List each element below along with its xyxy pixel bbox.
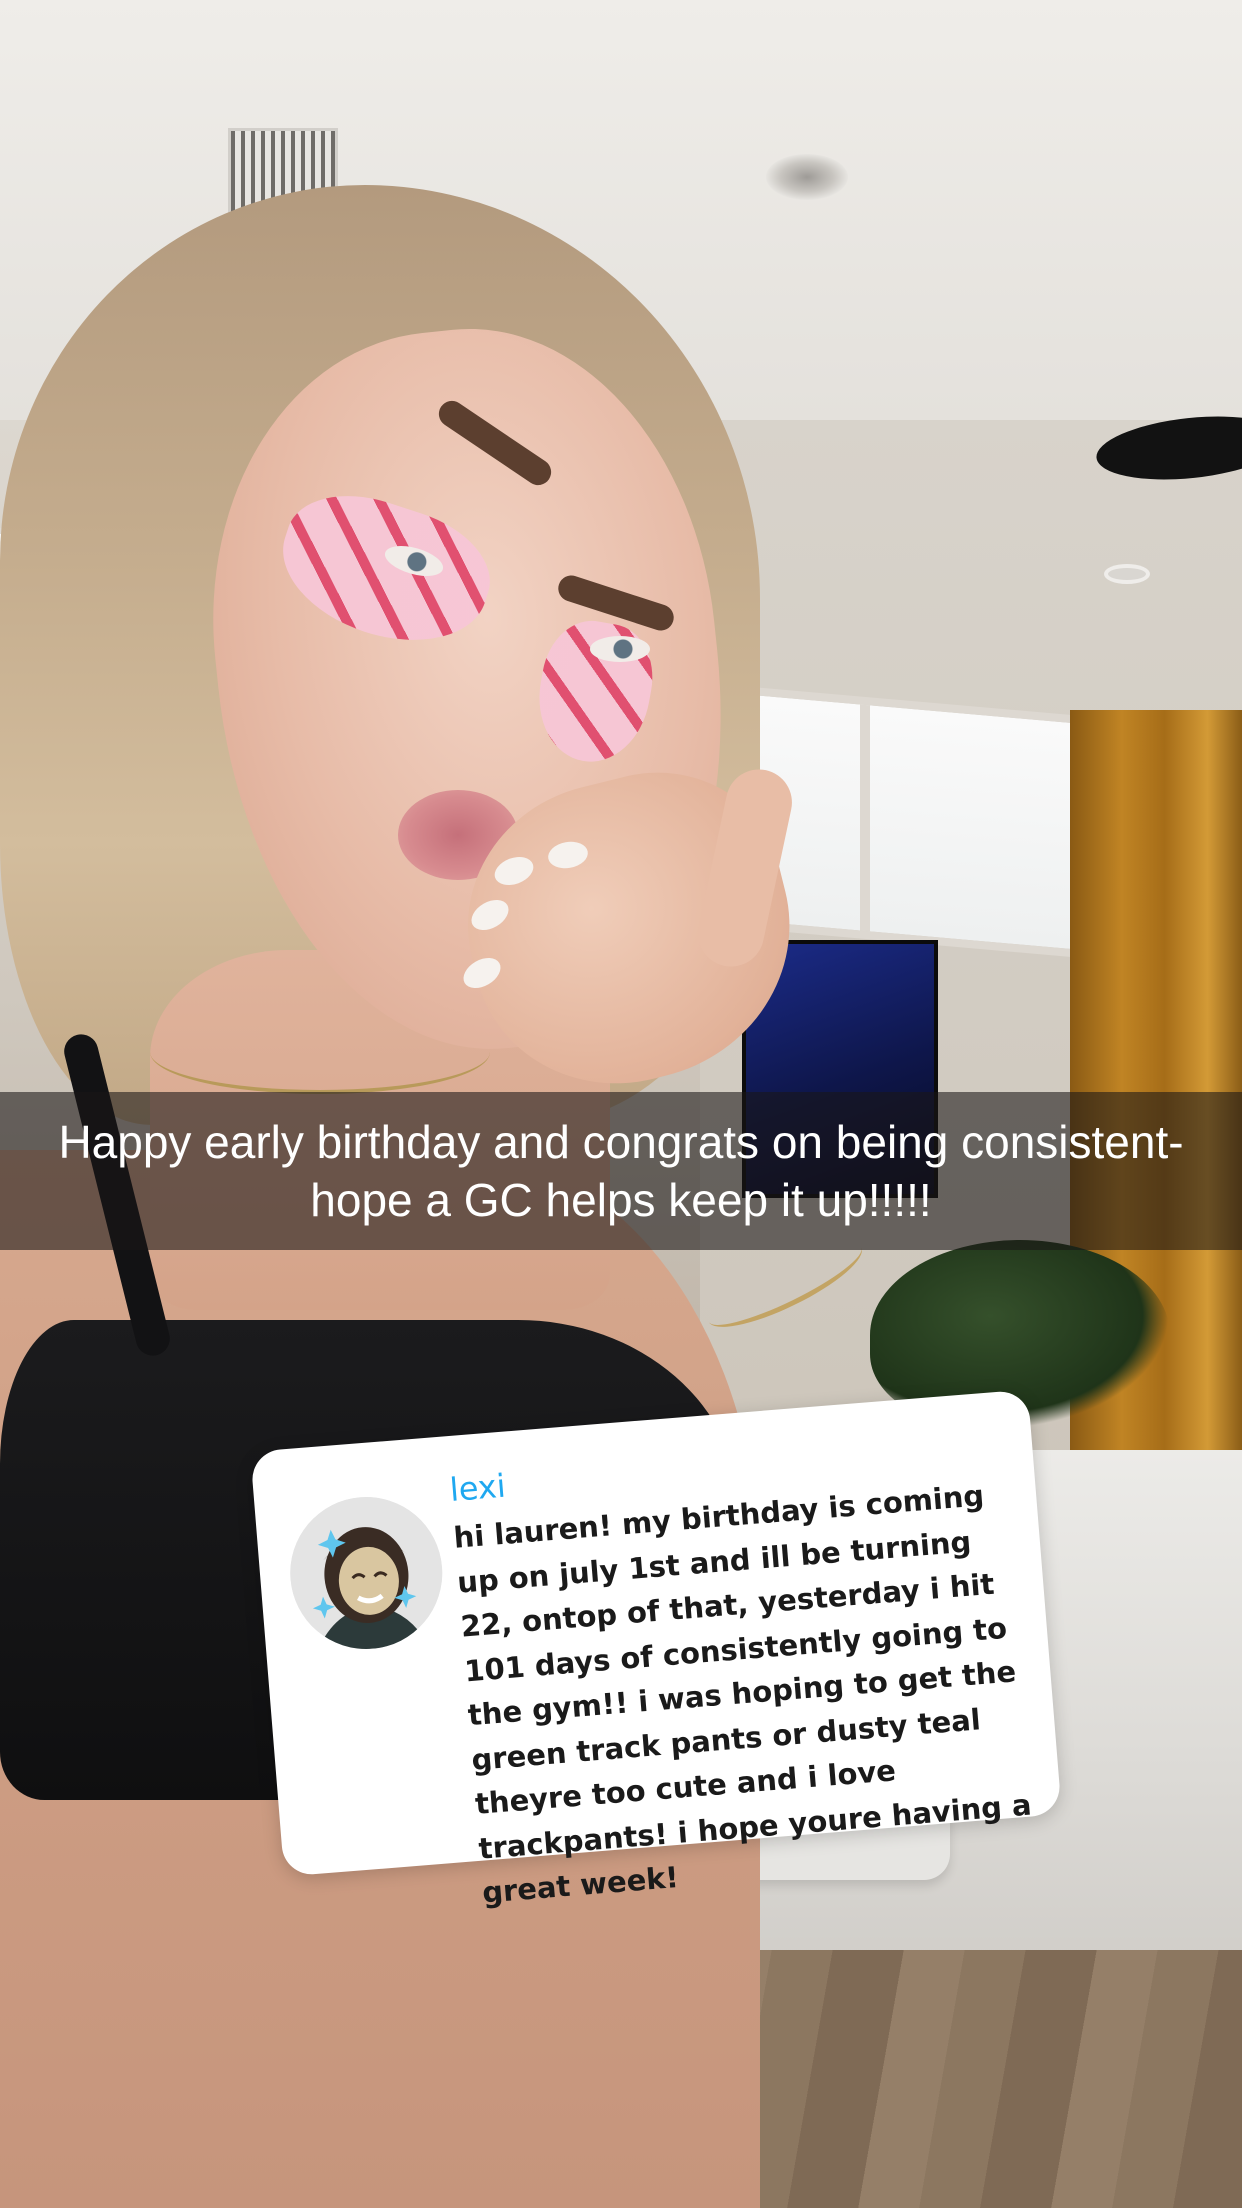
eye-right	[590, 636, 650, 662]
story-caption: Happy early birthday and congrats on bei…	[58, 1116, 1184, 1226]
bitmoji-avatar-icon	[284, 1491, 449, 1655]
sender-name: lexi	[448, 1466, 508, 1510]
story-caption-bar: Happy early birthday and congrats on bei…	[0, 1092, 1242, 1250]
ceiling-light	[766, 154, 848, 200]
script-tattoo: ​	[332, 1933, 338, 1969]
message-card[interactable]: lexi hi lauren! my birthday is coming up…	[250, 1389, 1062, 1910]
ceiling-light-small	[1104, 564, 1150, 584]
message-text: hi lauren! my birthday is coming up on j…	[452, 1478, 1033, 1910]
